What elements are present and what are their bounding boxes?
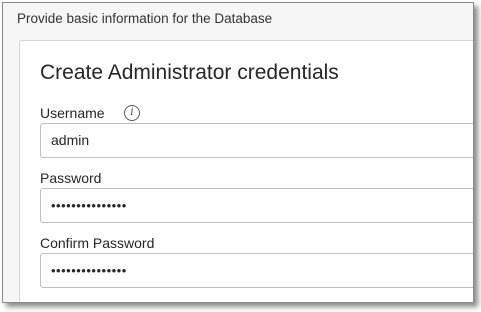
username-label: Username <box>40 105 105 121</box>
password-label: Password <box>40 170 102 186</box>
dialog-frame: Provide basic information for the Databa… <box>2 2 474 303</box>
confirm-password-field[interactable]: ••••••••••••••• <box>40 253 473 288</box>
credentials-panel: Create Administrator credentials Usernam… <box>19 40 473 302</box>
password-field[interactable]: ••••••••••••••• <box>40 188 473 223</box>
confirm-password-label: Confirm Password <box>40 235 155 251</box>
info-icon[interactable]: i <box>124 105 140 121</box>
username-field[interactable]: admin <box>40 123 473 158</box>
section-header: Provide basic information for the Databa… <box>17 11 273 26</box>
panel-title: Create Administrator credentials <box>40 61 339 84</box>
